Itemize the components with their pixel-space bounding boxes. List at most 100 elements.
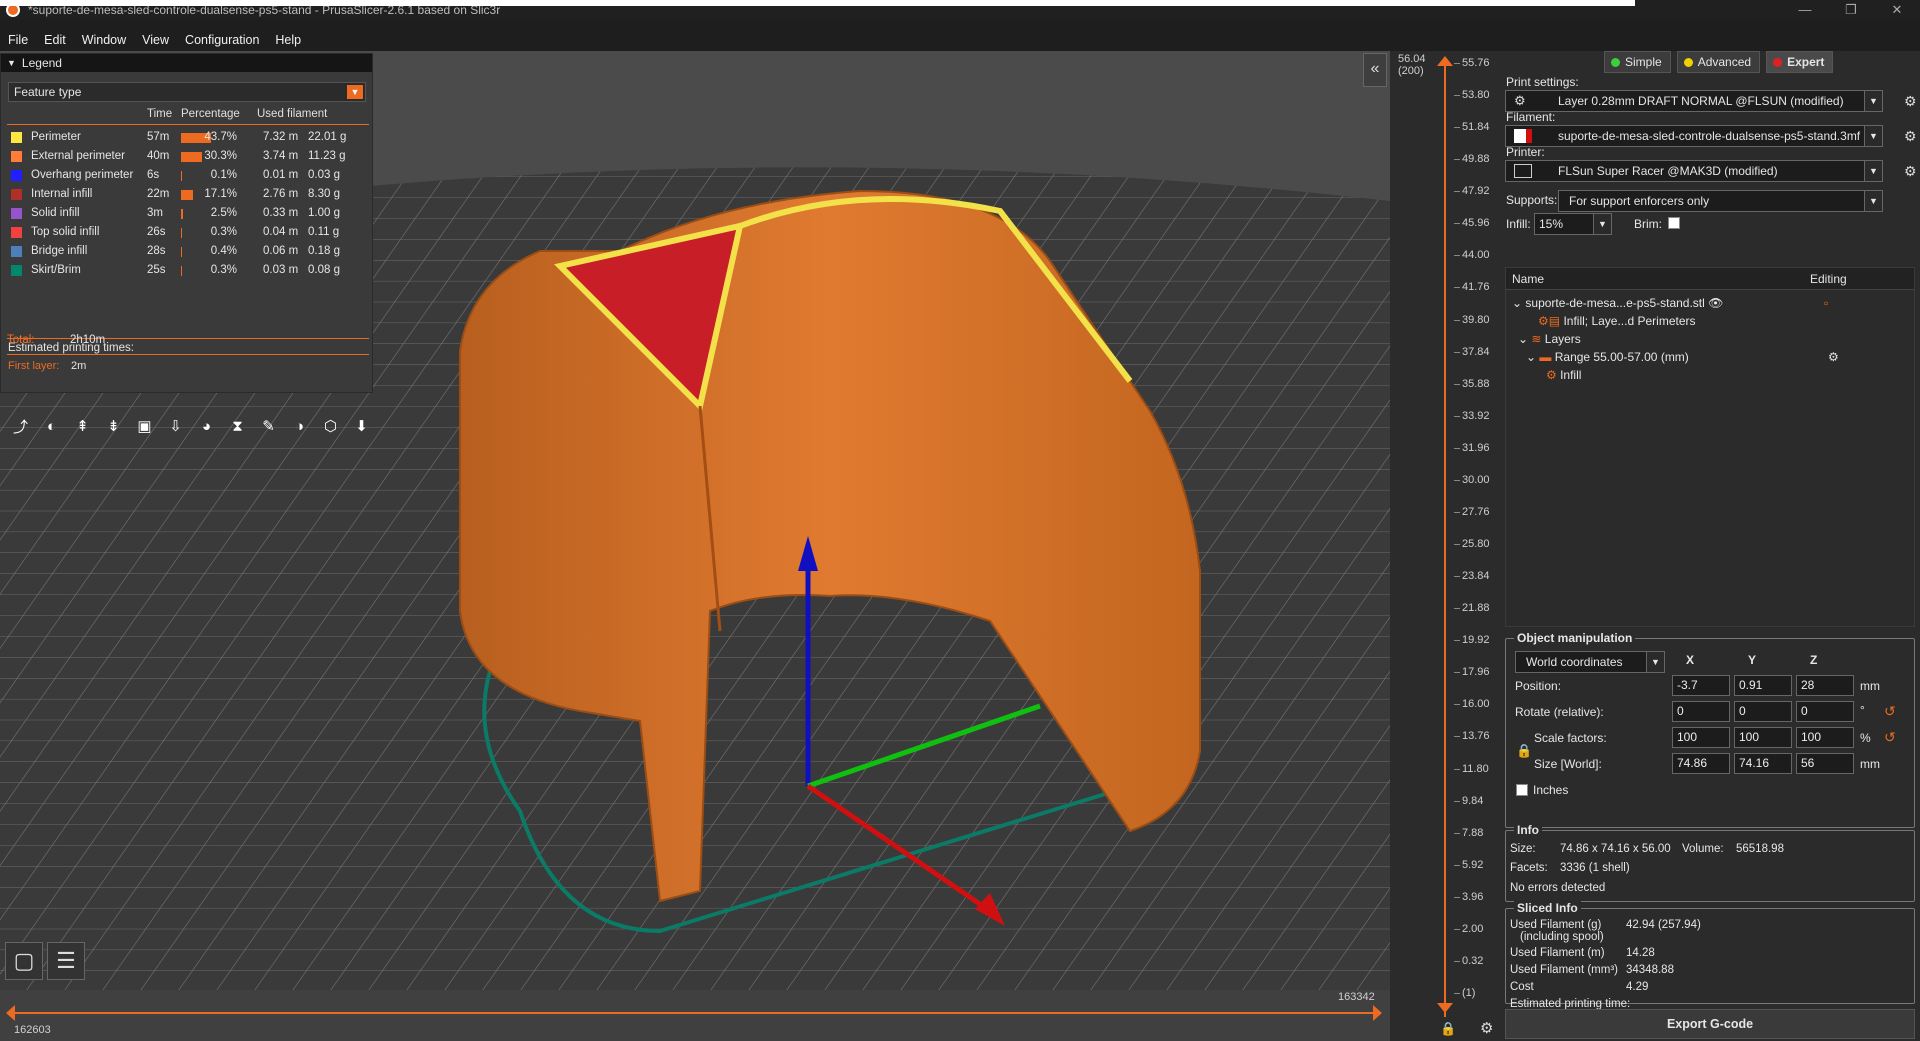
custom-gcodes-icon[interactable]: ✎ [255,414,282,438]
range-row[interactable]: ⌄ ▬ Range 55.00-57.00 (mm) [1526,350,1689,364]
wipe-icon[interactable]: ◐ [38,414,65,438]
horizontal-slider-track[interactable] [10,1012,1380,1014]
legend-header[interactable]: ▼ Legend [1,54,372,72]
gear-icon[interactable]: ⚙ [1480,1019,1493,1037]
printer-edit-icon[interactable]: ⚙ [1904,163,1917,180]
feature-percentage: 0.3% [210,226,237,238]
layer-height-tick: 44.00 [1462,249,1490,262]
center-of-gravity-icon[interactable]: ◑ [286,414,313,438]
menu-edit[interactable]: Edit [36,33,74,47]
mode-simple-button[interactable]: Simple [1604,51,1671,73]
rotate-x-field[interactable]: 0 [1672,701,1730,722]
shells-icon[interactable]: ⬡ [317,414,344,438]
tool-marker-icon[interactable]: ⬇ [348,414,375,438]
legend-row[interactable]: Skirt/Brim 25s 0.3% 0.03 m 0.08 g [1,261,374,280]
menu-configuration[interactable]: Configuration [177,33,267,47]
feature-name: Solid infill [31,207,80,219]
print-settings-select[interactable]: ⚙ Layer 0.28mm DRAFT NORMAL @FLSUN (modi… [1505,90,1883,112]
range-settings-icon[interactable]: ⚙ [1828,350,1839,364]
feature-weight: 8.30 g [308,188,340,200]
legend-row[interactable]: External perimeter 40m 30.3% 3.74 m 11.23 g [1,147,374,166]
maximize-button[interactable]: ❐ [1828,0,1874,19]
legend-row[interactable]: Overhang perimeter 6s 0.1% 0.01 m 0.03 g [1,166,374,185]
reset-scale-icon[interactable]: ↺ [1884,729,1896,746]
collapse-sidebar-button[interactable]: « [1363,53,1387,87]
layers-row[interactable]: ⌄ ≋ Layers [1518,332,1581,346]
rotate-y-field[interactable]: 0 [1734,701,1792,722]
scale-x-field[interactable]: 100 [1672,727,1730,748]
legend-row[interactable]: Solid infill 3m 2.5% 0.33 m 1.00 g [1,204,374,223]
view-type-select[interactable]: Feature type ▼ [8,82,366,102]
travel-icon[interactable]: ⤴ [7,414,34,438]
scale-y-field[interactable]: 100 [1734,727,1792,748]
print-settings-edit-icon[interactable]: ⚙ [1904,93,1917,110]
filament-edit-icon[interactable]: ⚙ [1904,128,1917,145]
menu-window[interactable]: Window [74,33,134,47]
menu-help[interactable]: Help [267,33,309,47]
legend-row[interactable]: Perimeter 57m 43.7% 7.32 m 22.01 g [1,128,374,147]
settings-item-label: Infill; Laye...d Perimeters [1563,314,1696,328]
menu-file[interactable]: File [0,33,36,47]
coordinates-select[interactable]: World coordinates ▼ [1515,651,1665,673]
object-list: Name Editing ⌄ suporte-de-mesa...e-ps5-s… [1505,267,1915,627]
color-changes-icon[interactable]: ◕ [193,414,220,438]
settings-icon: ⚙ [1546,368,1561,382]
position-x-field[interactable]: -3.7 [1672,675,1730,696]
minimize-button[interactable]: — [1782,0,1828,19]
legend-separator [7,338,369,339]
retractions-icon[interactable]: ⇞ [69,414,96,438]
size-x-field[interactable]: 74.86 [1672,753,1730,774]
range-setting-row[interactable]: ⚙ Infill [1546,368,1581,382]
position-y-field[interactable]: 0.91 [1734,675,1792,696]
filament-select[interactable]: suporte-de-mesa-sled-controle-dualsense-… [1505,125,1883,147]
legend-row[interactable]: Internal infill 22m 17.1% 2.76 m 8.30 g [1,185,374,204]
feature-name: Top solid infill [31,226,100,238]
deretractions-icon[interactable]: ⇟ [100,414,127,438]
3d-view-toggle[interactable]: ▢ [5,942,43,980]
info-volume-label: Volume: [1682,843,1724,855]
printer-select[interactable]: FLSun Super Racer @MAK3D (modified) ▼ [1505,160,1883,182]
pause-prints-icon[interactable]: ⧗ [224,414,251,438]
inches-checkbox[interactable] [1516,784,1528,796]
lock-icon[interactable]: 🔒 [1440,1021,1456,1037]
reset-rotation-icon[interactable]: ↺ [1884,703,1896,720]
tool-changes-icon[interactable]: ⇩ [162,414,189,438]
infill-select[interactable]: 15% ▼ [1534,213,1612,235]
mode-advanced-button[interactable]: Advanced [1676,51,1761,73]
total-value: 2h10m [70,334,106,346]
supports-select[interactable]: For support enforcers only ▼ [1558,190,1883,212]
tick-mark [1454,383,1460,385]
scale-z-field[interactable]: 100 [1796,727,1854,748]
size-z-field[interactable]: 56 [1796,753,1854,774]
mode-expert-button[interactable]: Expert [1766,51,1834,73]
axis-x-label: X [1686,653,1695,667]
legend-row[interactable]: Bridge infill 28s 0.4% 0.06 m 0.18 g [1,242,374,261]
seams-icon[interactable]: ▣ [131,414,158,438]
size-y-field[interactable]: 74.16 [1734,753,1792,774]
vertical-slider-top-handle[interactable] [1437,56,1453,66]
position-z-field[interactable]: 28 [1796,675,1854,696]
menu-view[interactable]: View [134,33,177,47]
range-icon: ▬ [1539,350,1555,364]
export-gcode-button[interactable]: Export G-code [1505,1009,1915,1039]
object-row[interactable]: ⌄ suporte-de-mesa...e-ps5-stand.stl 👁 [1512,296,1723,310]
rotate-z-field[interactable]: 0 [1796,701,1854,722]
sliced-info-value: 34348.88 [1626,964,1674,976]
horizontal-slider-high-handle[interactable] [1373,1005,1382,1021]
horizontal-slider-low-handle[interactable] [6,1005,15,1021]
feature-name: Bridge infill [31,245,88,257]
vertical-slider-track[interactable] [1444,59,1446,1017]
layer-height-tick: 41.76 [1462,281,1490,294]
object-editing-icon[interactable]: ▫ [1824,296,1828,310]
layers-view-toggle[interactable]: ☰ [47,942,85,980]
feature-time: 6s [147,169,160,181]
eye-icon[interactable]: 👁 [1708,296,1723,310]
feature-weight: 0.18 g [308,245,340,257]
settings-item-row[interactable]: ⚙▤ Infill; Laye...d Perimeters [1538,314,1696,328]
legend-row[interactable]: Top solid infill 26s 0.3% 0.04 m 0.11 g [1,223,374,242]
lock-icon[interactable]: 🔒 [1516,743,1532,759]
close-button[interactable]: ✕ [1874,0,1920,19]
brim-checkbox[interactable] [1668,217,1680,229]
vertical-slider-bottom-handle[interactable] [1437,1003,1453,1013]
scale-unit: % [1860,731,1871,745]
